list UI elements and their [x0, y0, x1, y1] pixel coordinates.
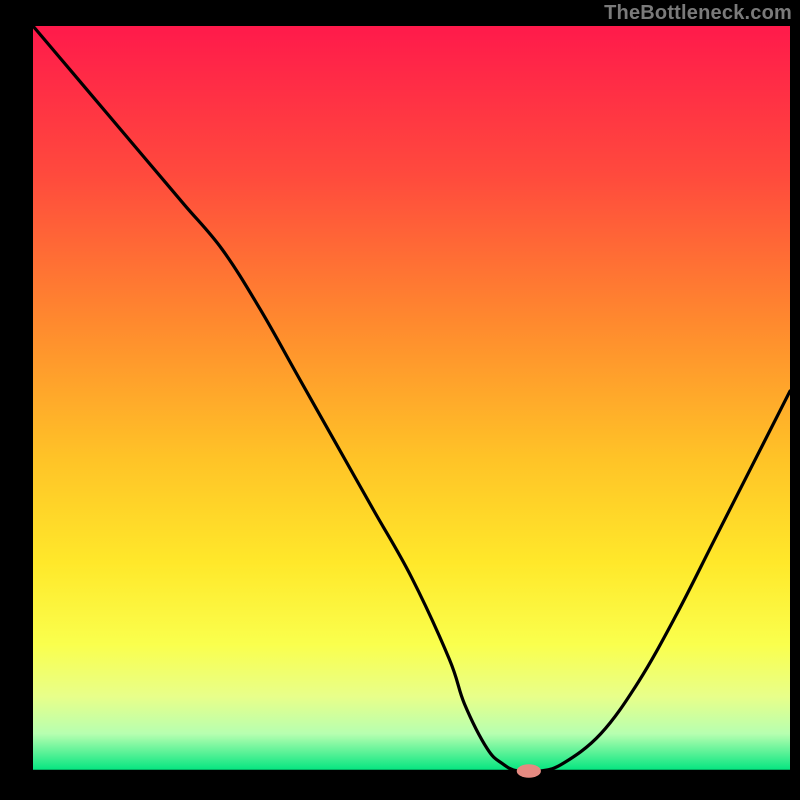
bottleneck-chart [0, 0, 800, 800]
chart-frame: { "watermark": "TheBottleneck.com", "col… [0, 0, 800, 800]
plot-background [33, 26, 790, 771]
optimal-marker [517, 764, 541, 777]
